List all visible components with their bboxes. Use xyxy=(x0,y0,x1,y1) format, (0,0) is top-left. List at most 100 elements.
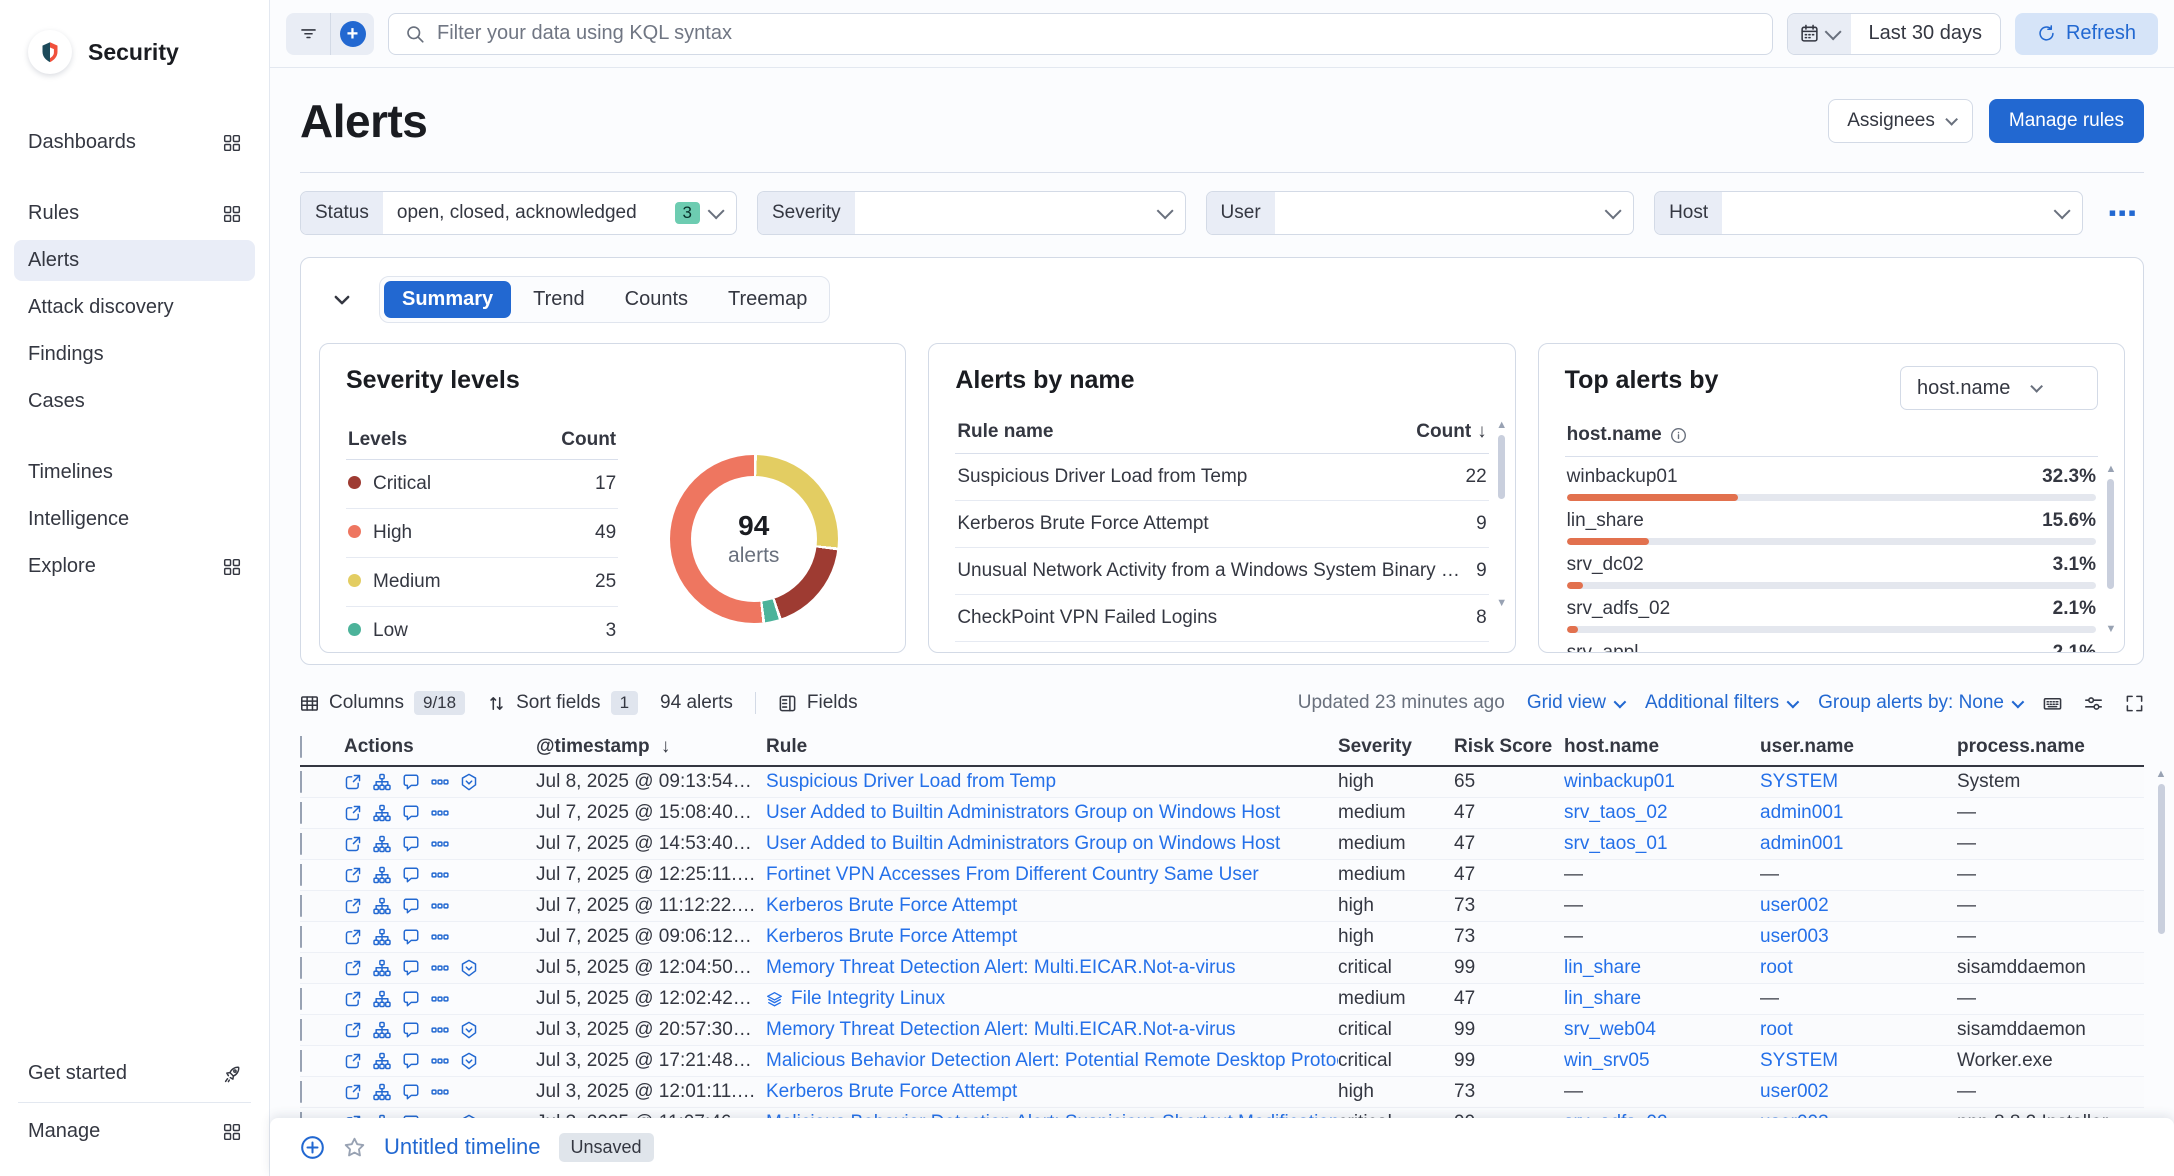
display-options-icon[interactable] xyxy=(2084,694,2103,713)
sidebar-item-manage[interactable]: Manage xyxy=(14,1111,255,1152)
column-header-severity[interactable]: Severity xyxy=(1338,736,1454,758)
user-link[interactable]: SYSTEM xyxy=(1760,1050,1838,1071)
row-actions[interactable] xyxy=(344,835,536,853)
row-checkbox[interactable] xyxy=(300,771,302,793)
row-actions[interactable] xyxy=(344,1021,536,1039)
column-header-rule[interactable]: Rule xyxy=(766,736,1338,758)
count-column-header[interactable]: Count↓ xyxy=(1416,421,1486,443)
add-timeline-icon[interactable] xyxy=(300,1135,325,1160)
more-filters-button[interactable]: ▪▪▪ xyxy=(2103,200,2144,226)
top-alerts-row[interactable]: srv_adfs_022.1% xyxy=(1565,589,2098,633)
tab-counts[interactable]: Counts xyxy=(607,281,706,318)
row-checkbox[interactable] xyxy=(300,1081,302,1103)
top-alerts-row[interactable]: srv_dc023.1% xyxy=(1565,545,2098,589)
assignees-button[interactable]: Assignees xyxy=(1828,99,1973,143)
column-header-timestamp[interactable]: @timestamp ↓ xyxy=(536,736,766,758)
rule-link[interactable]: User Added to Builtin Administrators Gro… xyxy=(766,802,1280,824)
sidebar-item-timelines[interactable]: Timelines xyxy=(14,452,255,493)
host-link[interactable]: win_srv05 xyxy=(1564,1050,1650,1071)
top-alerts-row[interactable]: winbackup0132.3% xyxy=(1565,457,2098,501)
select-all-checkbox[interactable] xyxy=(300,736,302,758)
tab-trend[interactable]: Trend xyxy=(515,281,603,318)
row-checkbox[interactable] xyxy=(300,1019,302,1041)
host-link[interactable]: winbackup01 xyxy=(1564,771,1675,792)
row-actions[interactable] xyxy=(344,773,536,791)
filter-menu-button[interactable] xyxy=(286,13,330,55)
date-picker-calendar-button[interactable] xyxy=(1788,14,1851,54)
kql-search-input[interactable]: Filter your data using KQL syntax xyxy=(388,13,1773,55)
rule-link[interactable]: User Added to Builtin Administrators Gro… xyxy=(766,833,1280,855)
panel-scroll-down[interactable]: ▼ xyxy=(1495,598,1509,612)
row-checkbox[interactable] xyxy=(300,833,302,855)
user-link[interactable]: SYSTEM xyxy=(1760,771,1838,792)
sidebar-item-get-started[interactable]: Get started xyxy=(14,1053,255,1094)
filter-user[interactable]: User xyxy=(1206,191,1635,235)
rule-link[interactable]: Kerberos Brute Force Attempt xyxy=(766,1081,1017,1103)
row-actions[interactable] xyxy=(344,928,536,946)
sort-fields-button[interactable]: Sort fields 1 xyxy=(487,691,638,715)
date-range-value[interactable]: Last 30 days xyxy=(1851,14,2000,54)
user-link[interactable]: user003 xyxy=(1760,926,1829,947)
rule-link[interactable]: Kerberos Brute Force Attempt xyxy=(766,926,1017,948)
columns-button[interactable]: Columns 9/18 xyxy=(300,691,465,715)
row-checkbox[interactable] xyxy=(300,988,302,1010)
additional-filters-button[interactable]: Additional filters xyxy=(1645,692,1796,714)
top-alerts-field-select[interactable]: host.name xyxy=(1900,366,2098,410)
sidebar-item-attack-discovery[interactable]: Attack discovery xyxy=(14,287,255,328)
user-link[interactable]: admin001 xyxy=(1760,833,1843,854)
row-checkbox[interactable] xyxy=(300,864,302,886)
panel-scroll-down[interactable]: ▼ xyxy=(2104,624,2118,638)
sidebar-item-intelligence[interactable]: Intelligence xyxy=(14,499,255,540)
row-checkbox[interactable] xyxy=(300,895,302,917)
refresh-button[interactable]: Refresh xyxy=(2015,13,2158,55)
filter-status[interactable]: Statusopen, closed, acknowledged3 xyxy=(300,191,737,235)
rule-name-column-header[interactable]: Rule name xyxy=(957,421,1053,443)
sidebar-item-dashboards[interactable]: Dashboards xyxy=(14,122,255,163)
host-link[interactable]: lin_share xyxy=(1564,957,1641,978)
grid-scrollbar[interactable]: ▲ xyxy=(2154,769,2168,1121)
tab-summary[interactable]: Summary xyxy=(384,281,511,318)
tab-treemap[interactable]: Treemap xyxy=(710,281,825,318)
row-checkbox[interactable] xyxy=(300,1050,302,1072)
rule-link[interactable]: Memory Threat Detection Alert: Multi.EIC… xyxy=(766,1019,1236,1041)
host-link[interactable]: srv_taos_02 xyxy=(1564,802,1668,823)
group-alerts-by-button[interactable]: Group alerts by: None xyxy=(1818,692,2021,714)
rule-link[interactable]: File Integrity Linux xyxy=(791,988,945,1010)
rule-link[interactable]: Malicious Behavior Detection Alert: Pote… xyxy=(766,1050,1338,1072)
filter-severity[interactable]: Severity xyxy=(757,191,1186,235)
host-link[interactable]: srv_web04 xyxy=(1564,1019,1656,1040)
user-link[interactable]: user002 xyxy=(1760,1081,1829,1102)
user-link[interactable]: root xyxy=(1760,1019,1793,1040)
panel-scrollbar[interactable]: ▲ xyxy=(1495,420,1509,600)
host-link[interactable]: lin_share xyxy=(1564,988,1641,1009)
row-actions[interactable] xyxy=(344,866,536,884)
top-alerts-row[interactable]: srv_appl2.1% xyxy=(1565,633,2098,653)
fullscreen-icon[interactable] xyxy=(2125,694,2144,713)
user-link[interactable]: user002 xyxy=(1760,895,1829,916)
sidebar-item-alerts[interactable]: Alerts xyxy=(14,240,255,281)
sidebar-item-rules[interactable]: Rules xyxy=(14,193,255,234)
keyboard-shortcuts-icon[interactable] xyxy=(2043,694,2062,713)
row-actions[interactable] xyxy=(344,1052,536,1070)
row-actions[interactable] xyxy=(344,804,536,822)
rule-link[interactable]: Memory Threat Detection Alert: Multi.EIC… xyxy=(766,957,1236,979)
row-actions[interactable] xyxy=(344,959,536,977)
row-checkbox[interactable] xyxy=(300,957,302,979)
filter-host[interactable]: Host xyxy=(1654,191,2083,235)
rule-link[interactable]: Suspicious Driver Load from Temp xyxy=(766,771,1056,793)
column-header-actions[interactable]: Actions xyxy=(344,736,536,758)
fields-button[interactable]: Fields xyxy=(778,692,858,714)
column-header-risk-score[interactable]: Risk Score xyxy=(1454,736,1564,758)
collapse-summary-button[interactable] xyxy=(327,285,357,315)
alerts-by-name-row[interactable]: CheckPoint VPN Failed Logins8 xyxy=(955,595,1488,642)
sidebar-item-cases[interactable]: Cases xyxy=(14,381,255,422)
favorite-star-icon[interactable] xyxy=(343,1136,366,1159)
grid-view-button[interactable]: Grid view xyxy=(1527,692,1623,714)
sidebar-item-findings[interactable]: Findings xyxy=(14,334,255,375)
add-filter-button[interactable]: + xyxy=(330,13,374,55)
user-link[interactable]: admin001 xyxy=(1760,802,1843,823)
column-header-processname[interactable]: process.name xyxy=(1957,736,2144,758)
panel-scrollbar[interactable]: ▲ xyxy=(2104,464,2118,634)
host-link[interactable]: srv_taos_01 xyxy=(1564,833,1668,854)
row-checkbox[interactable] xyxy=(300,802,302,824)
